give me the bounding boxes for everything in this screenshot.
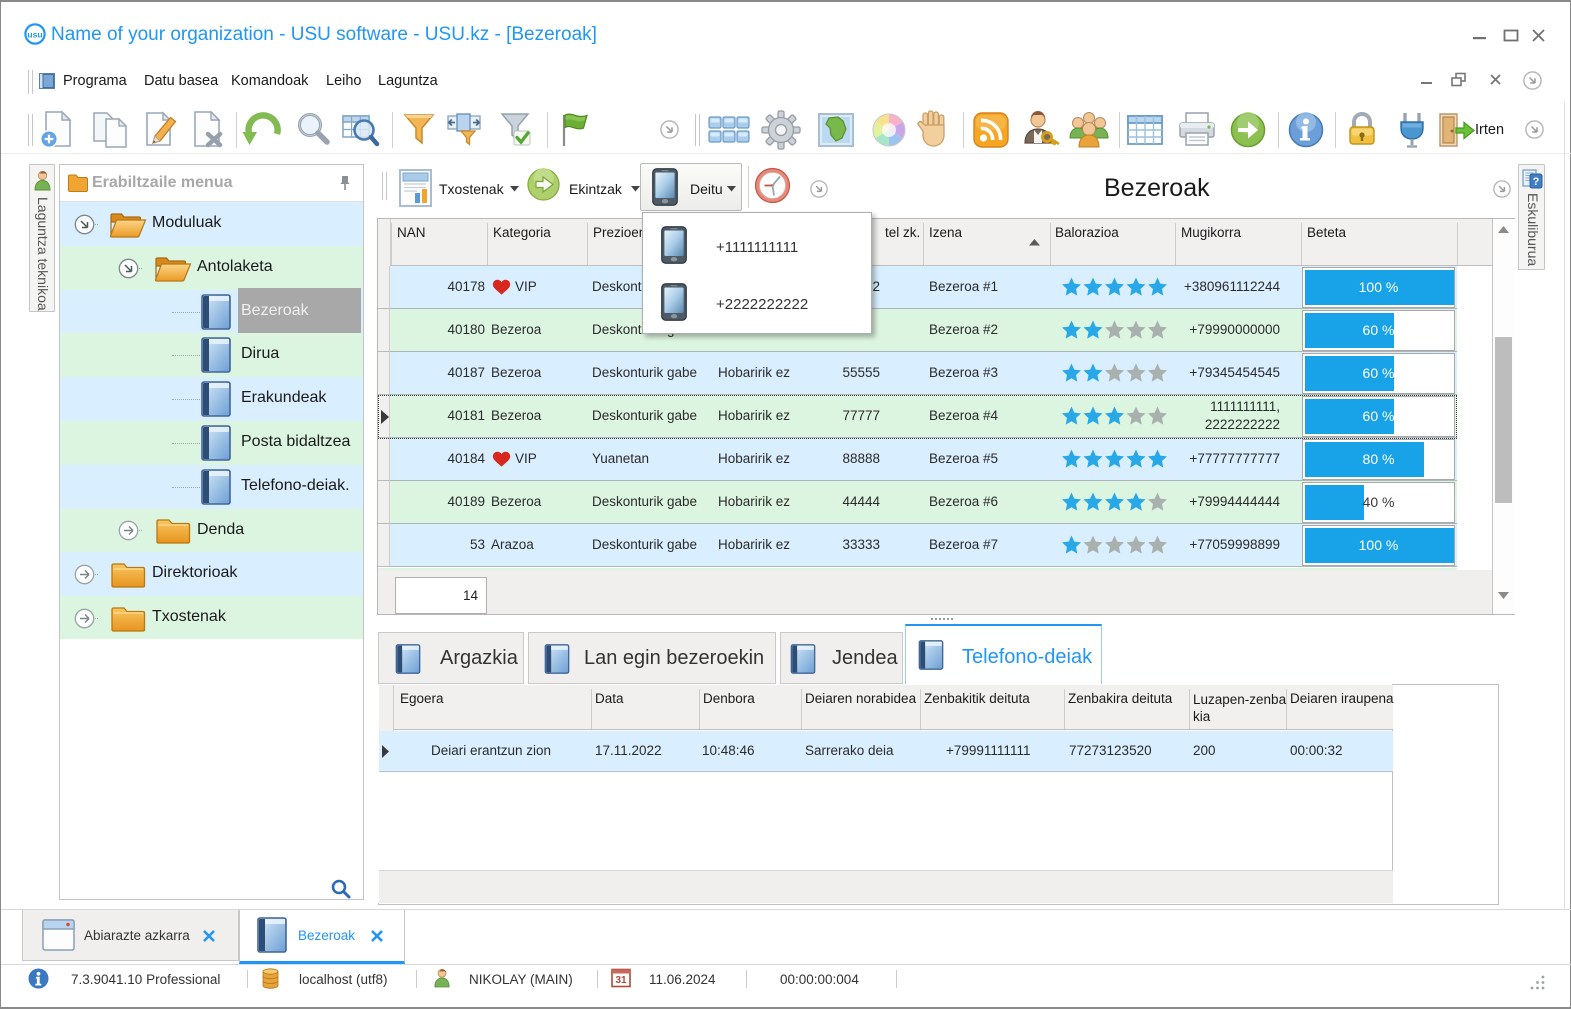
svg-text:usu: usu xyxy=(27,30,42,40)
svg-text:31: 31 xyxy=(615,975,627,986)
svg-text:?: ? xyxy=(1533,176,1540,188)
